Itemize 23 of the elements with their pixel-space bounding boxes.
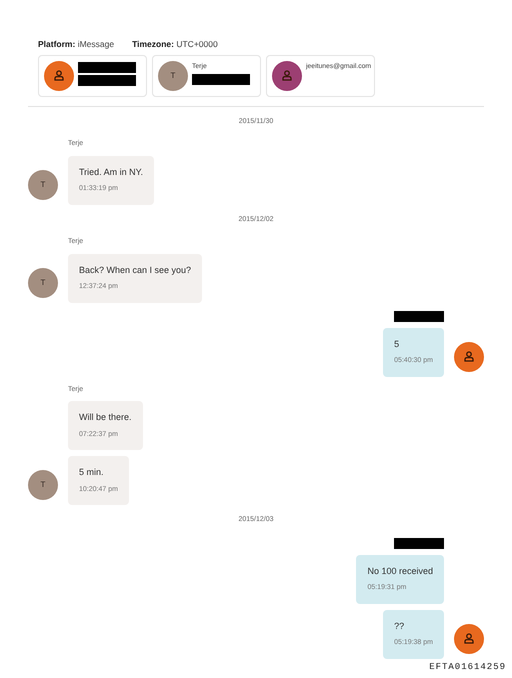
person-icon <box>54 70 64 82</box>
message-text: ?? <box>394 620 406 633</box>
platform-label: Platform: iMessage <box>38 38 114 51</box>
redaction-bar <box>394 310 444 322</box>
redaction-bar <box>394 538 444 549</box>
avatar-initial: T <box>170 70 176 82</box>
avatar-initial: T <box>40 276 46 289</box>
message-text: Tried. Am in NY. <box>79 166 144 179</box>
person-icon <box>464 351 474 362</box>
message-text: Back? When can I see you? <box>79 264 192 277</box>
message-text: 5 <box>394 338 400 351</box>
document-id: EFTA01614259 <box>429 660 506 674</box>
message-text: No 100 received <box>367 564 433 578</box>
person-icon <box>282 70 292 82</box>
redaction-bar <box>192 74 250 85</box>
avatar-initial: T <box>40 178 46 191</box>
message-text: Will be there. <box>79 411 132 424</box>
redaction-bar <box>78 62 136 73</box>
redaction-bar <box>78 74 136 86</box>
person-icon <box>464 633 474 644</box>
timezone-label: Timezone: UTC+0000 <box>132 38 218 51</box>
avatar-initial: T <box>40 479 46 492</box>
message-text: 5 min. <box>79 466 105 480</box>
